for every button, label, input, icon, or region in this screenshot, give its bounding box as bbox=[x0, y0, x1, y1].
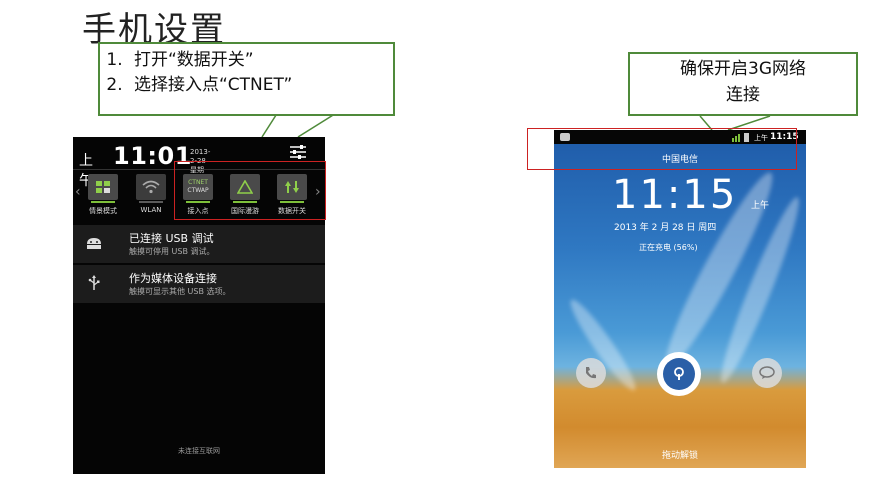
lockscreen-date: 2013 年 2 月 28 日 周四 bbox=[614, 223, 717, 233]
message-icon bbox=[759, 366, 775, 379]
notification-title: 作为媒体设备连接 bbox=[129, 272, 217, 285]
message-shortcut[interactable] bbox=[752, 358, 782, 388]
sky-streak bbox=[712, 193, 806, 387]
toggle-profile-label: 情景模式 bbox=[89, 207, 117, 215]
notification-subtitle: 触摸可停用 USB 调试。 bbox=[129, 247, 215, 256]
unlock-handle[interactable] bbox=[657, 352, 701, 396]
callout-3g-line2: 连接 bbox=[726, 85, 760, 105]
callout-3g-note: 确保开启3G网络 连接 bbox=[628, 52, 858, 116]
chevron-left-icon[interactable]: ‹ bbox=[75, 184, 81, 200]
wifi-icon bbox=[136, 174, 166, 203]
network-status-footer: 未连接互联网 bbox=[178, 447, 220, 455]
instruction-step-1: 打开“数据开关” bbox=[128, 48, 393, 73]
toggle-wlan[interactable]: WLAN bbox=[134, 174, 168, 214]
instruction-step-2: 选择接入点“CTNET” bbox=[128, 73, 393, 98]
phone-shortcut[interactable] bbox=[576, 358, 606, 388]
unlock-hint: 拖动解锁 bbox=[661, 451, 698, 461]
notification-title: 已连接 USB 调试 bbox=[129, 232, 214, 245]
lockscreen-screenshot: 上午 11:15 中国电信 11:15 上午 2013 年 2 月 28 日 周… bbox=[554, 130, 806, 468]
highlight-toggles-box bbox=[174, 161, 326, 220]
callout-3g-line1: 确保开启3G网络 bbox=[680, 59, 806, 79]
profile-icon bbox=[88, 174, 118, 203]
usb-icon bbox=[88, 275, 100, 290]
lockscreen-clock: 11:15 bbox=[612, 172, 738, 218]
highlight-statusbar-box bbox=[527, 128, 797, 170]
toggle-profile[interactable]: 情景模式 bbox=[86, 174, 120, 216]
charging-status: 正在充电 (56%) bbox=[639, 243, 698, 252]
settings-sliders-icon[interactable] bbox=[289, 144, 307, 160]
callout-instructions: 打开“数据开关” 选择接入点“CTNET” bbox=[98, 42, 395, 116]
notification-usb-debug[interactable]: 已连接 USB 调试 触摸可停用 USB 调试。 bbox=[73, 225, 325, 263]
lockscreen-ampm: 上午 bbox=[751, 201, 770, 211]
lock-icon bbox=[674, 367, 684, 380]
toggle-wlan-label: WLAN bbox=[140, 206, 162, 214]
notification-media-device[interactable]: 作为媒体设备连接 触摸可显示其他 USB 选项。 bbox=[73, 265, 325, 303]
notification-subtitle: 触摸可显示其他 USB 选项。 bbox=[129, 287, 231, 296]
phone-icon bbox=[586, 367, 596, 379]
android-icon bbox=[87, 238, 101, 249]
